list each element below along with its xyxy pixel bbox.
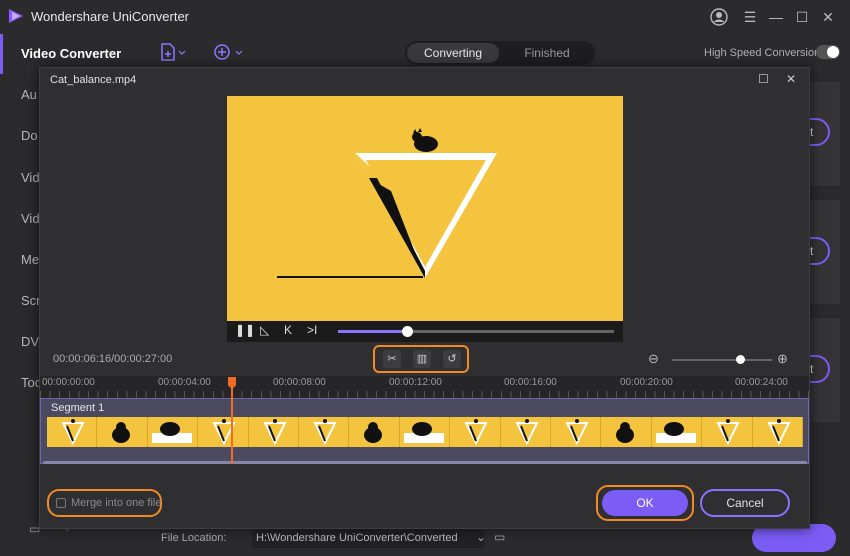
timeline-ruler[interactable]: 00:00:00:00 00:00:04:00 00:00:08:00 00:0… [40, 376, 809, 398]
timeline-scrollbar[interactable] [43, 461, 807, 464]
sidebar-item-label: Do [21, 128, 38, 143]
add-media-icon[interactable] [213, 43, 243, 66]
merge-label: Merge into one file [71, 497, 162, 509]
zoom-in-icon[interactable]: ⊕ [777, 351, 788, 367]
tab-finished[interactable]: Finished [501, 43, 593, 63]
minimize-icon[interactable]: — [767, 8, 785, 26]
ok-button[interactable]: OK [602, 490, 688, 516]
merge-checkbox[interactable] [56, 498, 66, 508]
video-thumbnail [299, 417, 350, 447]
ruler-label: 00:00:04:00 [158, 377, 211, 388]
video-thumbnail [97, 417, 148, 447]
sidebar-item-label: DV [21, 334, 40, 349]
sidebar-item-label: Me [21, 252, 40, 267]
file-location-value: H:\Wondershare UniConverter\Converted [256, 532, 458, 544]
video-preview [227, 96, 623, 342]
video-thumbnail [450, 417, 501, 447]
title-bar: Wondershare UniConverter ☰ — ☐ ✕ [0, 0, 850, 34]
maximize-icon[interactable]: ☐ [758, 72, 769, 86]
sidebar-item-label: Au [21, 87, 37, 102]
video-thumbnail [198, 417, 249, 447]
ruler-label: 00:00:12:00 [389, 377, 442, 388]
sidebar-item-label: Vid [21, 211, 40, 226]
scissors-icon[interactable]: ✂ [383, 350, 401, 368]
app-title: Wondershare UniConverter [31, 9, 189, 24]
close-icon[interactable]: ✕ [819, 8, 837, 26]
edit-tools: ✂ ▥ ↺ [373, 345, 469, 373]
video-thumbnail [651, 417, 703, 447]
video-thumbnail [752, 417, 804, 447]
ok-button-highlight: OK [596, 485, 694, 521]
time-readout: 00:00:06:16/00:00:27:00 [53, 353, 173, 365]
segment-track[interactable]: Segment 1 [40, 398, 809, 464]
zoom-out-icon[interactable]: ⊖ [648, 351, 659, 367]
chevron-down-icon[interactable]: ⌄ [476, 530, 486, 544]
merge-option-highlight: Merge into one file [47, 489, 162, 517]
ruler-label: 00:00:24:00 [735, 377, 788, 388]
app-logo-icon [9, 9, 23, 23]
next-frame-icon[interactable]: >I [307, 323, 317, 337]
snapshot-icon[interactable]: ◺ [260, 323, 269, 337]
zoom-slider[interactable] [672, 355, 772, 364]
account-icon[interactable] [710, 8, 728, 26]
ruler-label: 00:00:00:00 [42, 377, 95, 388]
sidebar-item-label: Video Converter [21, 46, 122, 61]
edit-row: 00:00:06:16/00:00:27:00 ✂ ▥ ↺ ⊖ ⊕ [40, 345, 809, 375]
reset-icon[interactable]: ↺ [443, 350, 461, 368]
ruler-ticks [40, 391, 809, 398]
previous-frame-icon[interactable]: K [284, 323, 292, 337]
file-location-label: File Location: [161, 532, 227, 544]
high-speed-label: High Speed Conversion [704, 47, 821, 59]
menu-icon[interactable]: ☰ [741, 8, 759, 26]
video-thumbnail [47, 417, 98, 447]
progress-knob[interactable] [402, 326, 413, 337]
tab-converting[interactable]: Converting [407, 43, 499, 63]
ruler-label: 00:00:16:00 [504, 377, 557, 388]
high-speed-toggle[interactable] [816, 45, 840, 59]
zoom-knob[interactable] [736, 355, 745, 364]
video-frame [277, 128, 497, 278]
thumbnail-strip [47, 417, 804, 447]
dialog-title: Cat_balance.mp4 [50, 74, 137, 86]
playhead-line [231, 388, 233, 464]
pause-icon[interactable]: ❚❚ [235, 323, 255, 337]
file-location-field[interactable]: H:\Wondershare UniConverter\Converted [252, 528, 484, 548]
video-thumbnail [349, 417, 400, 447]
video-thumbnail [147, 417, 199, 447]
sidebar-item-label: Vid [21, 170, 40, 185]
ruler-label: 00:00:08:00 [273, 377, 326, 388]
progress-fill [338, 330, 407, 333]
status-tabs: Converting Finished [405, 41, 595, 65]
video-thumbnail [601, 417, 652, 447]
add-file-icon[interactable] [160, 43, 186, 66]
cancel-button[interactable]: Cancel [700, 489, 790, 517]
video-thumbnail [551, 417, 602, 447]
close-icon[interactable]: ✕ [786, 72, 796, 86]
trash-icon[interactable]: ▥ [413, 350, 431, 368]
trim-dialog: Cat_balance.mp4 ☐ ✕ ❚❚ ◺ K >I 00:00:06:1… [39, 67, 810, 529]
player-controls: ❚❚ ◺ K >I [227, 321, 623, 342]
ruler-label: 00:00:20:00 [620, 377, 673, 388]
video-thumbnail [500, 417, 552, 447]
video-thumbnail [248, 417, 300, 447]
sidebar-item-label: Scr [21, 293, 41, 308]
folder-icon[interactable]: ▭ [494, 530, 505, 544]
video-thumbnail [702, 417, 753, 447]
playback-progress[interactable] [338, 326, 614, 337]
video-thumbnail [399, 417, 451, 447]
maximize-icon[interactable]: ☐ [793, 8, 811, 26]
segment-label: Segment 1 [51, 402, 105, 414]
